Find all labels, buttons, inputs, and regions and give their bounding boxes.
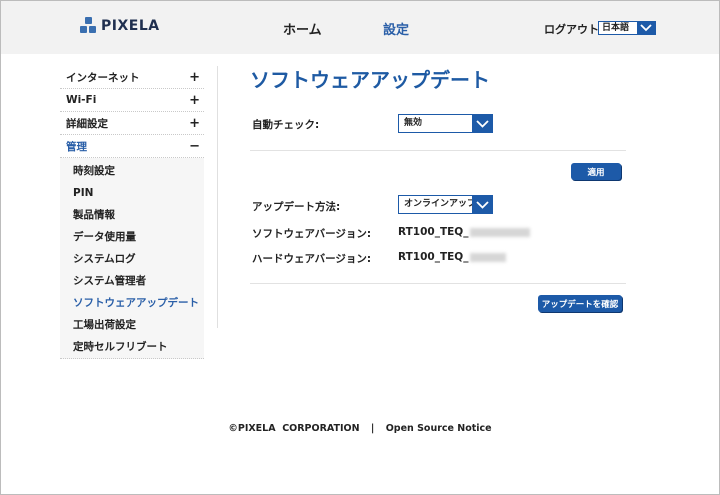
sidebar-item-label: Wi-Fi — [66, 94, 97, 106]
page-title: ソフトウェアアップデート — [250, 68, 490, 92]
hardware-version-label: ハードウェアバージョン: — [252, 253, 372, 265]
sidebar-subitem-product-info[interactable]: 製品情報 — [60, 204, 204, 226]
update-method-value: オンラインアップ — [404, 199, 472, 209]
sidebar-item-wifi[interactable]: Wi-Fi + — [60, 89, 204, 112]
software-version-label: ソフトウェアバージョン: — [252, 228, 372, 240]
top-bar: PIXELA ホーム 設定 ログアウト 日本語 — [1, 1, 719, 54]
sidebar-subitem-factory-reset[interactable]: 工場出荷設定 — [60, 314, 204, 336]
logout-link[interactable]: ログアウト — [544, 21, 599, 37]
sidebar-subitem-software-update[interactable]: ソフトウェアアップデート — [60, 292, 204, 314]
update-method-select[interactable]: オンラインアップ — [398, 195, 493, 214]
chevron-down-icon[interactable] — [637, 22, 655, 34]
sidebar-subitem-system-log[interactable]: システムログ — [60, 248, 204, 270]
sidebar-subitem-pin[interactable]: PIN — [60, 182, 204, 204]
open-source-notice-link[interactable]: Open Source Notice — [386, 423, 492, 434]
sidebar-subitem-data-usage[interactable]: データ使用量 — [60, 226, 204, 248]
chevron-down-icon[interactable] — [472, 196, 492, 213]
sidebar-item-label: インターネット — [66, 71, 140, 84]
minus-icon[interactable]: − — [189, 139, 200, 154]
sidebar-item-management[interactable]: 管理 − — [60, 135, 204, 158]
software-version-value: RT100_TEQ_ — [398, 226, 531, 238]
sidebar-subitem-scheduled-reboot[interactable]: 定時セルフリブート — [60, 336, 204, 358]
plus-icon[interactable]: + — [189, 70, 200, 85]
management-submenu: 時刻設定 PIN 製品情報 データ使用量 システムログ システム管理者 ソフトウ… — [60, 158, 204, 359]
sidebar-item-label: 管理 — [66, 140, 87, 153]
sidebar-subitem-time[interactable]: 時刻設定 — [60, 160, 204, 182]
hardware-version-value: RT100_TEQ_ — [398, 251, 507, 263]
redacted-blur — [470, 252, 507, 262]
sidebar-divider — [217, 66, 218, 328]
divider — [250, 150, 626, 151]
logo-icon — [80, 17, 97, 34]
hardware-version-text: RT100_TEQ_ — [398, 251, 469, 263]
auto-check-label: 自動チェック: — [252, 119, 320, 131]
sidebar-subitem-admin[interactable]: システム管理者 — [60, 270, 204, 292]
logo[interactable]: PIXELA — [80, 17, 160, 34]
auto-check-select[interactable]: 無効 — [398, 114, 493, 133]
sidebar-item-advanced[interactable]: 詳細設定 + — [60, 112, 204, 135]
check-update-button[interactable]: アップデートを確認 — [538, 295, 622, 312]
nav-settings[interactable]: 設定 — [383, 19, 409, 38]
software-version-text: RT100_TEQ_ — [398, 226, 469, 238]
sidebar: インターネット + Wi-Fi + 詳細設定 + 管理 − 時刻設定 PIN 製… — [60, 66, 204, 359]
sidebar-item-label: 詳細設定 — [66, 117, 108, 130]
auto-check-value: 無効 — [404, 118, 423, 128]
logo-text: PIXELA — [101, 17, 160, 34]
language-value: 日本語 — [602, 23, 630, 33]
update-method-label: アップデート方法: — [252, 201, 341, 213]
copyright-text: ©PIXELA CORPORATION — [228, 423, 360, 434]
language-select[interactable]: 日本語 — [598, 21, 656, 35]
chevron-down-icon[interactable] — [472, 115, 492, 132]
sidebar-item-internet[interactable]: インターネット + — [60, 66, 204, 89]
divider — [250, 283, 626, 284]
nav-home[interactable]: ホーム — [283, 19, 322, 38]
plus-icon[interactable]: + — [189, 93, 200, 108]
redacted-blur — [470, 227, 531, 237]
apply-button[interactable]: 適用 — [571, 163, 621, 180]
plus-icon[interactable]: + — [189, 116, 200, 131]
footer-separator: | — [370, 423, 375, 434]
footer: ©PIXELA CORPORATION | Open Source Notice — [0, 423, 720, 434]
